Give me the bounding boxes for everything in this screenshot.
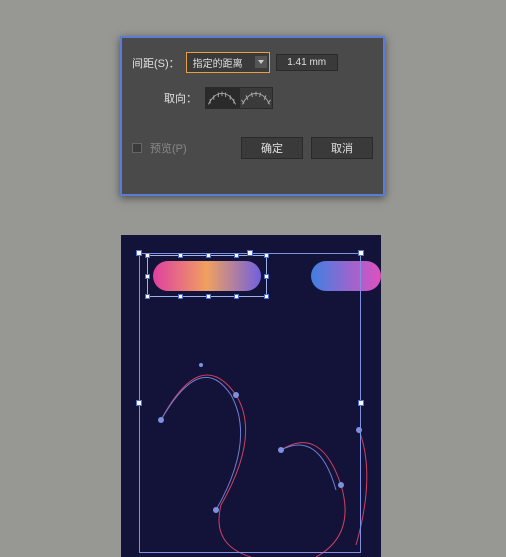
selection-handle[interactable] [247, 250, 253, 256]
selection-handle[interactable] [136, 250, 142, 256]
selection-handle[interactable] [358, 250, 364, 256]
orientation-row: 取向： [122, 73, 383, 109]
preview-checkbox[interactable] [132, 143, 142, 153]
selection-handle[interactable] [136, 400, 142, 406]
orientation-align-page-button[interactable] [205, 87, 239, 109]
buttons-row: 预览(P) 确定 取消 [122, 109, 383, 159]
chevron-down-icon [255, 56, 267, 68]
spacing-mode-select[interactable]: 指定的距离 [186, 52, 270, 73]
selection-handle[interactable] [358, 400, 364, 406]
spacing-value-input[interactable]: 1.41 mm [276, 54, 338, 71]
spacing-value-text: 1.41 mm [287, 57, 326, 68]
preview-label: 预览(P) [150, 140, 233, 156]
spacing-row: 间距(S)： 指定的距离 1.41 mm [122, 38, 383, 73]
spacing-label: 间距(S)： [132, 55, 180, 71]
orientation-align-path-button[interactable] [239, 87, 273, 109]
orientation-buttons [205, 87, 273, 109]
ok-button[interactable]: 确定 [241, 137, 303, 159]
artboard-canvas[interactable] [121, 235, 381, 557]
cancel-button[interactable]: 取消 [311, 137, 373, 159]
orientation-label: 取向： [164, 90, 197, 106]
bounding-selection-box [139, 253, 361, 553]
orientation-page-icon [206, 88, 238, 108]
blend-options-dialog: 间距(S)： 指定的距离 1.41 mm 取向： [120, 36, 385, 196]
orientation-path-icon [240, 88, 272, 108]
spacing-mode-value: 指定的距离 [193, 59, 243, 70]
